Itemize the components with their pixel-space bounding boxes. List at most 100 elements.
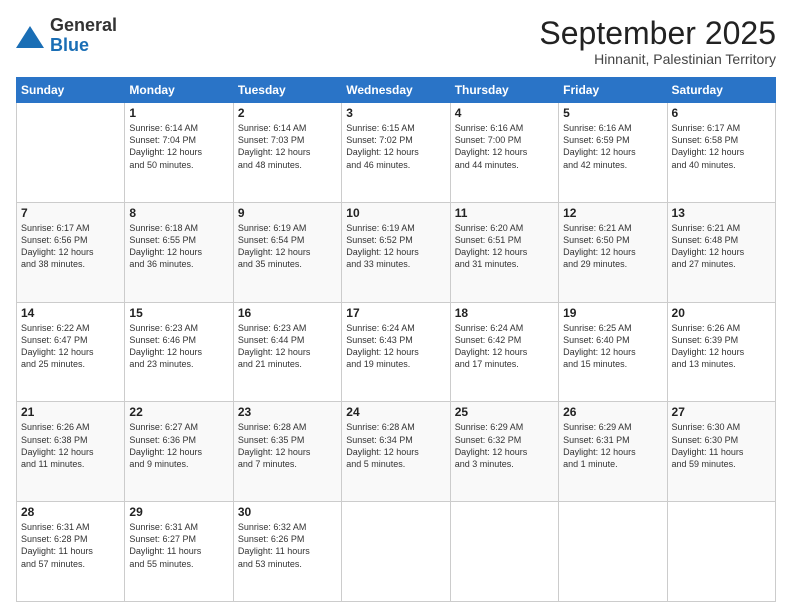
calendar-cell: 30 Sunrise: 6:32 AM Sunset: 6:26 PM Dayli… (233, 502, 341, 602)
day-of-week-header: Sunday (17, 78, 125, 103)
calendar-cell: 21 Sunrise: 6:26 AM Sunset: 6:38 PM Dayli… (17, 402, 125, 502)
day-of-week-header: Thursday (450, 78, 558, 103)
day-number: 15 (129, 306, 228, 320)
day-info: Sunrise: 6:21 AM Sunset: 6:48 PM Dayligh… (672, 222, 771, 271)
logo-general: General (50, 16, 117, 36)
day-info: Sunrise: 6:25 AM Sunset: 6:40 PM Dayligh… (563, 322, 662, 371)
calendar-cell: 6Sunrise: 6:17 AM Sunset: 6:58 PM Daylig… (667, 103, 775, 203)
title-block: September 2025 Hinnanit, Palestinian Ter… (539, 16, 776, 67)
calendar-cell: 2 Sunrise: 6:14 AM Sunset: 7:03 PM Daylig… (233, 103, 341, 203)
calendar-cell: 8 Sunrise: 6:18 AM Sunset: 6:55 PM Daylig… (125, 202, 233, 302)
calendar-cell: 7 Sunrise: 6:17 AM Sunset: 6:56 PM Daylig… (17, 202, 125, 302)
day-info: Sunrise: 6:28 AM Sunset: 6:34 PM Dayligh… (346, 421, 445, 470)
calendar-cell: 23Sunrise: 6:28 AM Sunset: 6:35 PM Dayli… (233, 402, 341, 502)
day-number: 9 (238, 206, 337, 220)
day-number: 18 (455, 306, 554, 320)
calendar-table: SundayMondayTuesdayWednesdayThursdayFrid… (16, 77, 776, 602)
day-of-week-header: Saturday (667, 78, 775, 103)
calendar-cell (559, 502, 667, 602)
day-number: 16 (238, 306, 337, 320)
day-number: 12 (563, 206, 662, 220)
day-info: Sunrise: 6:23 AM Sunset: 6:46 PM Dayligh… (129, 322, 228, 371)
calendar-cell: 9Sunrise: 6:19 AM Sunset: 6:54 PM Daylig… (233, 202, 341, 302)
calendar-cell: 10 Sunrise: 6:19 AM Sunset: 6:52 PM Dayli… (342, 202, 450, 302)
calendar-cell: 24 Sunrise: 6:28 AM Sunset: 6:34 PM Dayli… (342, 402, 450, 502)
day-info: Sunrise: 6:22 AM Sunset: 6:47 PM Dayligh… (21, 322, 120, 371)
calendar-cell: 3 Sunrise: 6:15 AM Sunset: 7:02 PM Daylig… (342, 103, 450, 203)
day-number: 3 (346, 106, 445, 120)
day-info: Sunrise: 6:29 AM Sunset: 6:32 PM Dayligh… (455, 421, 554, 470)
day-number: 6 (672, 106, 771, 120)
logo-text: General Blue (50, 16, 117, 56)
day-number: 2 (238, 106, 337, 120)
day-info: Sunrise: 6:31 AM Sunset: 6:27 PM Dayligh… (129, 521, 228, 570)
day-number: 7 (21, 206, 120, 220)
day-number: 24 (346, 405, 445, 419)
day-number: 20 (672, 306, 771, 320)
day-info: Sunrise: 6:26 AM Sunset: 6:39 PM Dayligh… (672, 322, 771, 371)
day-info: Sunrise: 6:19 AM Sunset: 6:52 PM Dayligh… (346, 222, 445, 271)
calendar-cell: 16 Sunrise: 6:23 AM Sunset: 6:44 PM Dayli… (233, 302, 341, 402)
day-number: 30 (238, 505, 337, 519)
day-info: Sunrise: 6:14 AM Sunset: 7:03 PM Dayligh… (238, 122, 337, 171)
day-info: Sunrise: 6:27 AM Sunset: 6:36 PM Dayligh… (129, 421, 228, 470)
calendar-week-row: 21 Sunrise: 6:26 AM Sunset: 6:38 PM Dayli… (17, 402, 776, 502)
calendar-cell (667, 502, 775, 602)
day-number: 4 (455, 106, 554, 120)
logo: General Blue (16, 16, 117, 56)
day-number: 29 (129, 505, 228, 519)
calendar-week-row: 1 Sunrise: 6:14 AM Sunset: 7:04 PM Daylig… (17, 103, 776, 203)
day-number: 21 (21, 405, 120, 419)
day-number: 27 (672, 405, 771, 419)
logo-blue: Blue (50, 36, 117, 56)
calendar-cell: 14 Sunrise: 6:22 AM Sunset: 6:47 PM Dayli… (17, 302, 125, 402)
day-number: 25 (455, 405, 554, 419)
logo-triangle-icon (16, 26, 44, 48)
calendar-week-row: 7 Sunrise: 6:17 AM Sunset: 6:56 PM Daylig… (17, 202, 776, 302)
day-number: 22 (129, 405, 228, 419)
calendar-cell: 22 Sunrise: 6:27 AM Sunset: 6:36 PM Dayli… (125, 402, 233, 502)
month-title: September 2025 (539, 16, 776, 51)
day-info: Sunrise: 6:26 AM Sunset: 6:38 PM Dayligh… (21, 421, 120, 470)
day-of-week-header: Monday (125, 78, 233, 103)
day-info: Sunrise: 6:18 AM Sunset: 6:55 PM Dayligh… (129, 222, 228, 271)
day-number: 10 (346, 206, 445, 220)
day-info: Sunrise: 6:20 AM Sunset: 6:51 PM Dayligh… (455, 222, 554, 271)
day-info: Sunrise: 6:24 AM Sunset: 6:43 PM Dayligh… (346, 322, 445, 371)
calendar-cell: 25 Sunrise: 6:29 AM Sunset: 6:32 PM Dayli… (450, 402, 558, 502)
day-info: Sunrise: 6:21 AM Sunset: 6:50 PM Dayligh… (563, 222, 662, 271)
calendar-cell: 27 Sunrise: 6:30 AM Sunset: 6:30 PM Dayli… (667, 402, 775, 502)
day-info: Sunrise: 6:16 AM Sunset: 6:59 PM Dayligh… (563, 122, 662, 171)
day-info: Sunrise: 6:24 AM Sunset: 6:42 PM Dayligh… (455, 322, 554, 371)
day-number: 28 (21, 505, 120, 519)
day-info: Sunrise: 6:17 AM Sunset: 6:56 PM Dayligh… (21, 222, 120, 271)
calendar-header-row: SundayMondayTuesdayWednesdayThursdayFrid… (17, 78, 776, 103)
day-number: 19 (563, 306, 662, 320)
day-info: Sunrise: 6:30 AM Sunset: 6:30 PM Dayligh… (672, 421, 771, 470)
calendar-cell: 12 Sunrise: 6:21 AM Sunset: 6:50 PM Dayli… (559, 202, 667, 302)
calendar-cell: 4Sunrise: 6:16 AM Sunset: 7:00 PM Daylig… (450, 103, 558, 203)
day-number: 14 (21, 306, 120, 320)
calendar-cell (450, 502, 558, 602)
day-number: 23 (238, 405, 337, 419)
day-number: 13 (672, 206, 771, 220)
day-number: 5 (563, 106, 662, 120)
day-of-week-header: Friday (559, 78, 667, 103)
day-info: Sunrise: 6:32 AM Sunset: 6:26 PM Dayligh… (238, 521, 337, 570)
calendar-cell: 20 Sunrise: 6:26 AM Sunset: 6:39 PM Dayli… (667, 302, 775, 402)
calendar-week-row: 14 Sunrise: 6:22 AM Sunset: 6:47 PM Dayli… (17, 302, 776, 402)
calendar-cell: 1 Sunrise: 6:14 AM Sunset: 7:04 PM Daylig… (125, 103, 233, 203)
day-number: 8 (129, 206, 228, 220)
day-number: 1 (129, 106, 228, 120)
day-info: Sunrise: 6:14 AM Sunset: 7:04 PM Dayligh… (129, 122, 228, 171)
day-info: Sunrise: 6:29 AM Sunset: 6:31 PM Dayligh… (563, 421, 662, 470)
day-info: Sunrise: 6:23 AM Sunset: 6:44 PM Dayligh… (238, 322, 337, 371)
header: General Blue September 2025 Hinnanit, Pa… (16, 16, 776, 67)
calendar-cell (17, 103, 125, 203)
calendar-cell: 19 Sunrise: 6:25 AM Sunset: 6:40 PM Dayli… (559, 302, 667, 402)
day-of-week-header: Wednesday (342, 78, 450, 103)
calendar-cell: 11Sunrise: 6:20 AM Sunset: 6:51 PM Dayli… (450, 202, 558, 302)
day-number: 17 (346, 306, 445, 320)
calendar-cell: 13 Sunrise: 6:21 AM Sunset: 6:48 PM Dayli… (667, 202, 775, 302)
day-info: Sunrise: 6:15 AM Sunset: 7:02 PM Dayligh… (346, 122, 445, 171)
